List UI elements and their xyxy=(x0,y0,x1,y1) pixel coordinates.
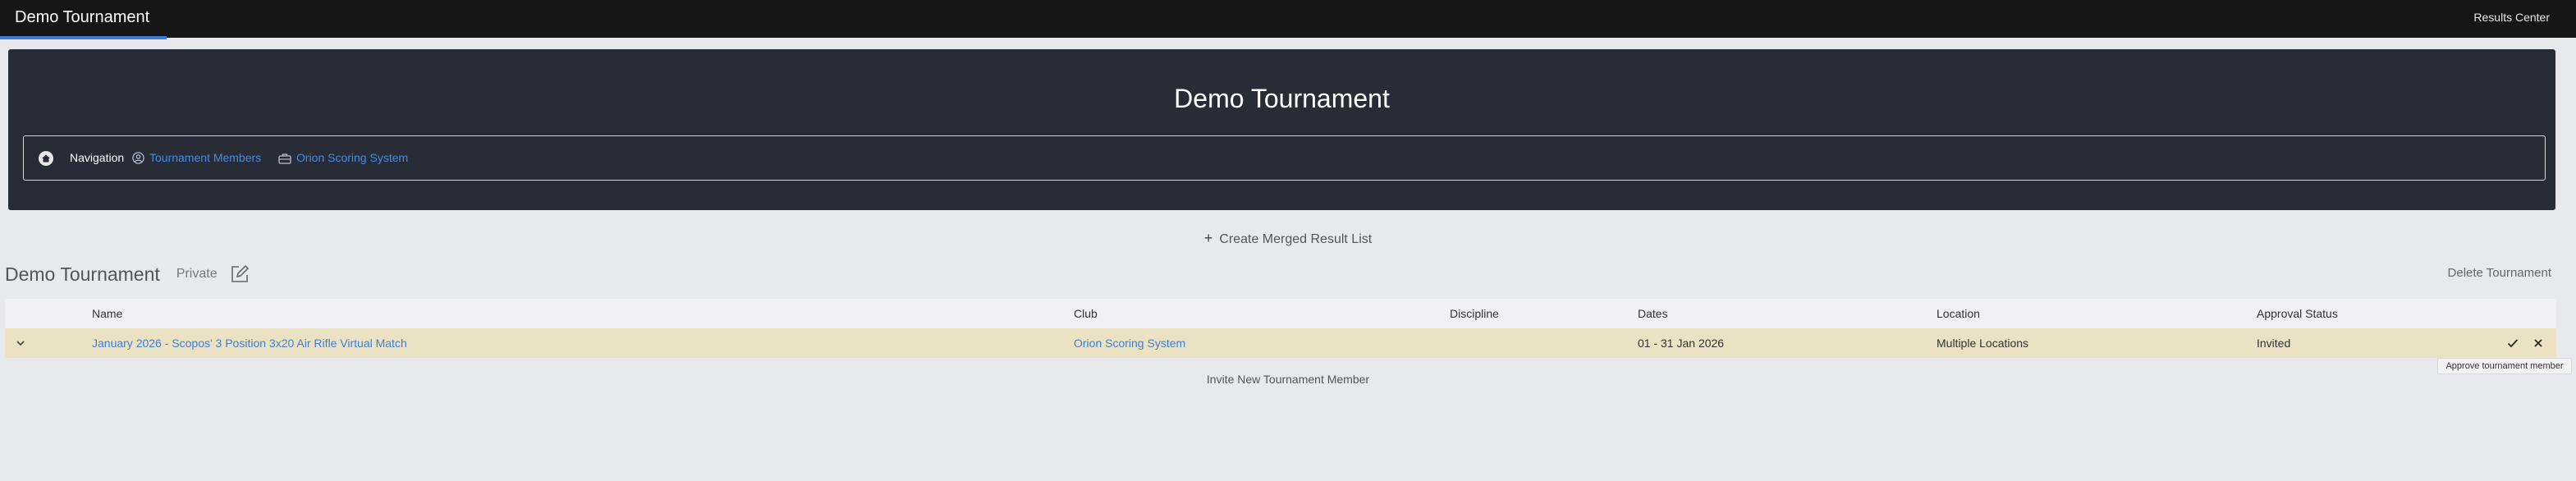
create-merged-result-list[interactable]: + Create Merged Result List xyxy=(0,230,2576,247)
create-merged-label: Create Merged Result List xyxy=(1219,232,1373,246)
orion-scoring-link[interactable]: Orion Scoring System xyxy=(278,136,408,180)
toolbox-icon xyxy=(278,153,291,164)
results-center-link[interactable]: Results Center xyxy=(2473,0,2550,34)
reject-close-icon[interactable] xyxy=(2533,338,2543,348)
tournament-name: Demo Tournament xyxy=(5,263,160,285)
active-tab-indicator xyxy=(0,36,167,39)
hero-title: Demo Tournament xyxy=(1174,84,1390,113)
approve-check-icon[interactable] xyxy=(2507,338,2519,348)
invite-member-button[interactable]: Invite New Tournament Member xyxy=(0,373,2576,386)
brand-title[interactable]: Demo Tournament xyxy=(15,0,149,34)
expand-row-toggle[interactable] xyxy=(15,328,26,358)
home-icon[interactable] xyxy=(38,150,54,167)
orion-scoring-label: Orion Scoring System xyxy=(296,151,409,164)
column-header-name[interactable]: Name xyxy=(92,299,122,328)
tournament-members-label: Tournament Members xyxy=(149,151,262,164)
visibility-badge: Private xyxy=(176,267,218,281)
chevron-down-icon xyxy=(16,341,25,346)
match-name-link[interactable]: January 2026 - Scopos' 3 Position 3x20 A… xyxy=(92,328,407,358)
top-navbar: Demo Tournament Results Center xyxy=(0,0,2576,39)
club-link[interactable]: Orion Scoring System xyxy=(1074,328,1185,358)
column-header-location[interactable]: Location xyxy=(1937,299,1980,328)
approve-tooltip: Approve tournament member xyxy=(2437,358,2572,374)
column-header-approval-status[interactable]: Approval Status xyxy=(2257,299,2338,328)
column-header-discipline[interactable]: Discipline xyxy=(1450,299,1499,328)
navigation-label: Navigation xyxy=(70,151,125,164)
tournament-header: Demo Tournament Private xyxy=(5,261,250,287)
tournament-hero-panel: Demo Tournament Navigation Tournament Me… xyxy=(8,49,2555,210)
table-row: January 2026 - Scopos' 3 Position 3x20 A… xyxy=(5,328,2556,358)
user-circle-icon xyxy=(132,152,144,164)
row-actions xyxy=(2507,328,2543,358)
column-header-club[interactable]: Club xyxy=(1074,299,1098,328)
approval-status-cell: Invited xyxy=(2257,337,2291,350)
delete-tournament-button[interactable]: Delete Tournament xyxy=(2448,266,2551,280)
column-header-dates[interactable]: Dates xyxy=(1638,299,1668,328)
navigation-box: Navigation Tournament Members Orion Scor… xyxy=(23,135,2546,181)
edit-icon[interactable] xyxy=(229,263,250,285)
dates-cell: 01 - 31 Jan 2026 xyxy=(1638,337,1725,350)
tournament-members-link[interactable]: Tournament Members xyxy=(132,136,261,180)
table-header: Name Club Discipline Dates Location Appr… xyxy=(5,299,2556,328)
location-cell: Multiple Locations xyxy=(1937,337,2029,350)
plus-icon: + xyxy=(1203,230,1213,246)
